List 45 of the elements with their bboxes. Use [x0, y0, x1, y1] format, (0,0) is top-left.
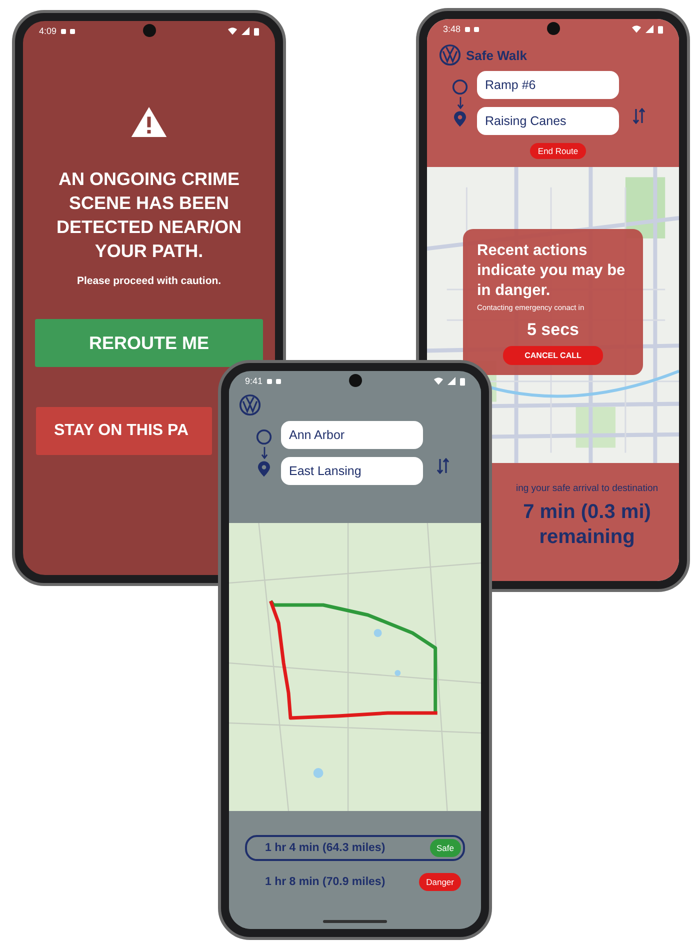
location-pin-icon: [258, 461, 270, 477]
wifi-icon: [434, 377, 443, 385]
action-button[interactable]: STAY ON THIS PA: [36, 407, 212, 455]
popup-title: Recent actions indicate you may be in danger.: [477, 241, 626, 301]
signal-icon: [241, 27, 250, 35]
location-pin-icon: [454, 111, 466, 127]
wifi-icon: [632, 25, 641, 33]
route-tag: Danger: [419, 873, 461, 891]
destination-field[interactable]: Raising Canes: [477, 107, 619, 135]
logo-icon: [239, 394, 261, 416]
signal-icon: [645, 25, 654, 33]
status-time: 4:09: [39, 26, 57, 36]
tracking-caption: ing your safe arrival to destination: [516, 483, 658, 494]
home-indicator: [323, 920, 387, 923]
swap-icon[interactable]: [437, 458, 449, 474]
action-button[interactable]: REROUTE ME: [35, 319, 263, 367]
logo-icon: [439, 44, 461, 66]
remaining-text: 7 min (0.3 mi) remaining: [522, 500, 652, 550]
origin-field[interactable]: Ann Arbor: [281, 421, 423, 449]
cancel-call-button[interactable]: CANCEL CALL: [502, 346, 604, 365]
origin-field[interactable]: Ramp #6: [477, 71, 619, 99]
warning-icon: [129, 107, 169, 137]
battery-icon: [460, 376, 465, 386]
alert-message: AN ONGOING CRIME SCENE HAS BEEN DETECTED NEAR/ON YOUR PATH.: [55, 168, 242, 263]
destination-field[interactable]: East Lansing: [281, 457, 423, 485]
down-arrow-icon: [260, 447, 268, 459]
route-option[interactable]: 1 hr 8 min (70.9 miles) Danger: [245, 869, 465, 895]
origin-circle-icon: [256, 429, 272, 445]
swap-icon[interactable]: [633, 108, 645, 124]
status-time: 3:48: [443, 24, 461, 34]
camera-hole: [349, 374, 362, 387]
alert-subtext: Please proceed with caution.: [76, 275, 222, 287]
camera-hole: [143, 24, 156, 37]
app-title: Safe Walk: [466, 48, 527, 62]
route-option[interactable]: 1 hr 4 min (64.3 miles) Safe: [245, 835, 465, 861]
status-time: 9:41: [245, 376, 263, 386]
origin-circle-icon: [452, 79, 468, 95]
battery-icon: [658, 24, 663, 34]
down-arrow-icon: [456, 97, 464, 109]
end-route-button[interactable]: End Route: [530, 143, 586, 159]
battery-icon: [254, 26, 259, 36]
countdown-text: 5 secs: [526, 320, 580, 340]
signal-icon: [447, 377, 456, 385]
route-tag: Safe: [430, 839, 461, 857]
wifi-icon: [228, 27, 237, 35]
